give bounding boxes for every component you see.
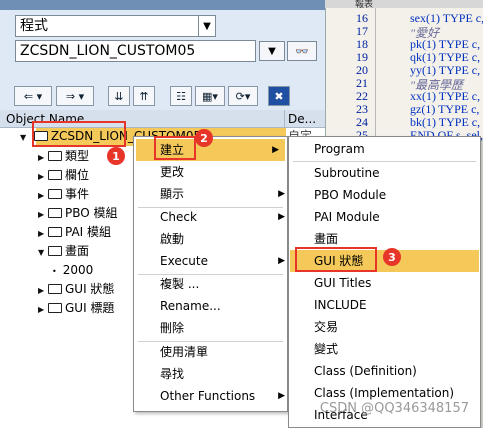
menu-item-find[interactable]: 尋找 [160, 363, 184, 385]
collapsed-triangle-icon: ▶ [38, 229, 45, 238]
tree-item[interactable]: ▶ PBO 模組 [38, 204, 118, 223]
folder-icon [48, 189, 62, 199]
back-button[interactable]: ⇐ ▾ [14, 86, 52, 106]
hierarchy-button[interactable]: ☷ [170, 86, 192, 106]
submenu-item-gui-titles[interactable]: GUI Titles [314, 272, 371, 294]
submenu-item-pbo-module[interactable]: PBO Module [314, 184, 386, 206]
folder-icon [48, 284, 62, 294]
menu-item-other-functions[interactable]: Other Functions ▶ [160, 385, 285, 407]
annotation-badge-1: 1 [107, 147, 125, 165]
menu-item-rename[interactable]: Rename... [160, 295, 221, 317]
menu-item-display[interactable]: 顯示 ▶ [160, 183, 285, 205]
arrow-left-icon: ⇐ ▾ [23, 89, 43, 103]
context-menu: 建立 ▶ 更改 顯示 ▶ Check ▶ 啟動 Execute ▶ 複製 ... Ren… [133, 136, 288, 412]
folder-icon [48, 227, 62, 237]
tree-item[interactable]: ▶ 欄位 [38, 166, 89, 185]
annotation-badge-2: 2 [195, 129, 213, 147]
expanded-triangle-icon: ▼ [20, 133, 27, 142]
tree-item[interactable]: ▶ 事件 [38, 185, 89, 204]
collapsed-triangle-icon: ▶ [38, 305, 45, 314]
tree-item[interactable]: ▶ PAI 模組 [38, 223, 111, 242]
menu-item-execute[interactable]: Execute ▶ [160, 250, 285, 272]
menu-item-check[interactable]: Check ▶ [160, 206, 285, 228]
annotation-box-create [154, 136, 196, 160]
tree-item[interactable]: • 2000 [52, 261, 93, 280]
hierarchy-icon: ☷ [176, 89, 186, 103]
annotation-box-root [32, 121, 126, 147]
watermark: CSDN @QQ346348157 [319, 401, 469, 416]
arrow-right-icon: ⇒ ▾ [65, 89, 85, 103]
refresh-icon: ⟳▾ [235, 89, 251, 103]
find-button[interactable]: ▦▾ [195, 86, 225, 106]
submenu-item-transaction[interactable]: 交易 [314, 316, 338, 338]
submenu-arrow-icon: ▶ [272, 145, 279, 155]
column-description[interactable]: De... [288, 110, 316, 128]
tree-item[interactable]: ▶ GUI 狀態 [38, 280, 114, 299]
folder-icon [48, 151, 62, 161]
expanded-triangle-icon: ▼ [38, 248, 45, 257]
collapse-icon: ⇊ [114, 89, 124, 103]
folder-icon [48, 208, 62, 218]
expand-button[interactable]: ⇈ [133, 86, 155, 106]
find-icon: ▦▾ [202, 89, 218, 103]
display-glasses-icon[interactable]: 👓 [287, 41, 317, 61]
collapse-button[interactable]: ⇊ [108, 86, 130, 106]
forward-button[interactable]: ⇒ ▾ [56, 86, 94, 106]
submenu-item-pai-module[interactable]: PAI Module [314, 206, 380, 228]
menu-item-where-used[interactable]: 使用清單 [160, 341, 208, 363]
submenu-item-include[interactable]: INCLUDE [314, 294, 367, 316]
open-folder-icon [48, 246, 62, 256]
collapsed-triangle-icon: ▶ [38, 172, 45, 181]
close-button[interactable]: ✖ [268, 86, 290, 106]
object-name-input[interactable]: ZCSDN_LION_CUSTOM05 [15, 40, 256, 62]
tree-item[interactable]: ▶ GUI 標題 [38, 299, 114, 318]
menu-item-change[interactable]: 更改 [160, 161, 184, 183]
submenu-item-class-definition[interactable]: Class (Definition) [314, 360, 417, 382]
annotation-badge-3: 3 [383, 248, 401, 266]
bullet-icon: • [52, 267, 57, 276]
window-title-strip [0, 0, 325, 10]
object-type-select[interactable]: 程式 [15, 15, 216, 37]
tree-item[interactable]: ▼ 畫面 [38, 242, 89, 261]
dropdown-arrow-icon[interactable]: ▼ [259, 41, 285, 61]
collapsed-triangle-icon: ▶ [38, 191, 45, 200]
collapsed-triangle-icon: ▶ [38, 153, 45, 162]
submenu-item-variant[interactable]: 變式 [314, 338, 338, 360]
submenu-arrow-icon: ▶ [278, 256, 285, 266]
close-icon: ✖ [274, 89, 284, 103]
code-editor-header: 報表 [325, 0, 483, 10]
tree-item[interactable]: ▶ 類型 [38, 147, 89, 166]
collapsed-triangle-icon: ▶ [38, 286, 45, 295]
annotation-box-gui-status [295, 247, 377, 272]
submenu-item-program[interactable]: Program [314, 138, 365, 160]
folder-icon [48, 170, 62, 180]
submenu-item-subroutine[interactable]: Subroutine [314, 162, 379, 184]
submenu-arrow-icon: ▶ [278, 391, 285, 401]
menu-item-activate[interactable]: 啟動 [160, 228, 184, 250]
expand-icon: ⇈ [139, 89, 149, 103]
folder-icon [48, 303, 62, 313]
chevron-down-icon[interactable]: ▼ [198, 16, 215, 36]
refresh-button[interactable]: ⟳▾ [228, 86, 258, 106]
menu-item-copy[interactable]: 複製 ... [160, 273, 199, 295]
create-submenu: Program Subroutine PBO Module PAI Module… [288, 136, 481, 428]
submenu-arrow-icon: ▶ [278, 189, 285, 199]
collapsed-triangle-icon: ▶ [38, 210, 45, 219]
menu-item-delete[interactable]: 刪除 [160, 317, 184, 339]
submenu-arrow-icon: ▶ [278, 212, 285, 222]
